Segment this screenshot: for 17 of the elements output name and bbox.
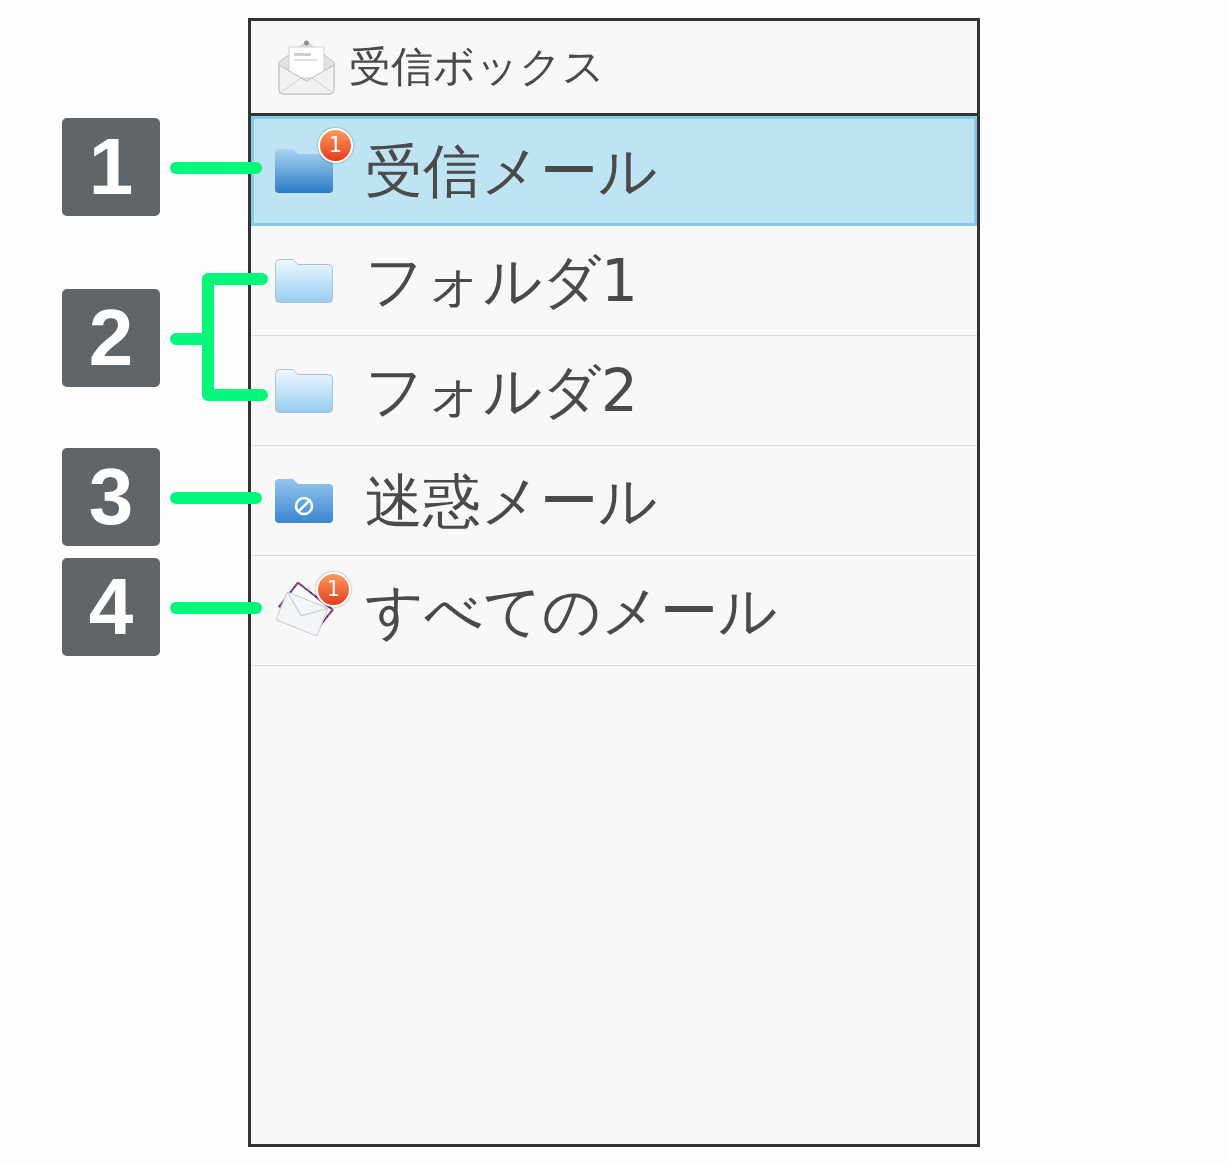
unread-count-badge: 1 bbox=[316, 571, 351, 607]
callout-number: 3 bbox=[62, 448, 160, 546]
unread-count-badge: 1 bbox=[318, 128, 353, 163]
open-envelope-icon bbox=[278, 39, 335, 95]
folder-icon bbox=[275, 368, 333, 413]
callout-number: 1 bbox=[62, 118, 160, 216]
folder-list-item[interactable]: フォルダ1 bbox=[251, 226, 977, 336]
header-title: 受信ボックス bbox=[349, 46, 605, 88]
folder-list-item[interactable]: フォルダ2 bbox=[251, 336, 977, 446]
callout-number: 4 bbox=[62, 558, 160, 656]
blocked-folder-icon bbox=[275, 478, 333, 523]
folder-icon bbox=[275, 149, 333, 193]
folder-icon bbox=[275, 258, 333, 303]
folder-list-item[interactable]: 1 受信メール bbox=[251, 116, 977, 226]
callout-number: 2 bbox=[62, 289, 160, 387]
folder-list-item[interactable]: 迷惑メール bbox=[251, 446, 977, 556]
folder-list-item[interactable]: 1 すべてのメール bbox=[251, 556, 977, 666]
